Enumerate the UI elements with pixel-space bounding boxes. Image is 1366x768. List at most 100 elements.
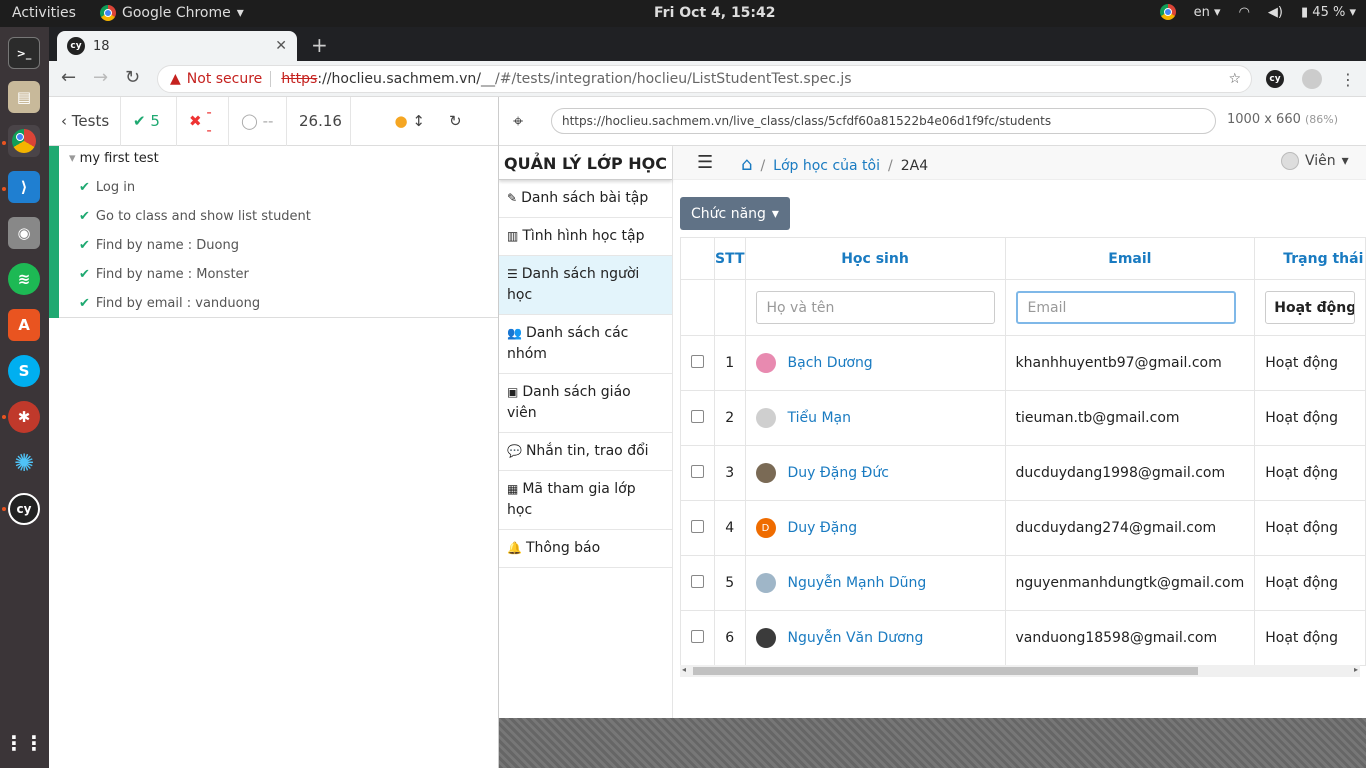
test-item[interactable]: ✔ Go to class and show list student <box>79 209 311 224</box>
students-table: STT Học sinh Email Trạng thái Họ và tên <box>680 237 1366 666</box>
test-item[interactable]: ✔ Find by email : vanduong <box>79 296 260 311</box>
row-checkbox[interactable] <box>691 629 704 643</box>
suite-title[interactable]: ▾ my first test <box>69 151 159 166</box>
browser-tab[interactable]: cy 18 ✕ <box>57 31 297 61</box>
students-table-container[interactable]: STT Học sinh Email Trạng thái Họ và tên <box>680 237 1366 667</box>
files-icon[interactable]: ▤ <box>8 81 40 113</box>
chrome-icon[interactable] <box>8 125 40 157</box>
function-dropdown-button[interactable]: Chức năng ▾ <box>680 197 790 230</box>
passed-count: ✔ 5 <box>121 96 177 146</box>
reload-button[interactable]: ↻ <box>125 67 140 88</box>
breadcrumb-my-classes[interactable]: Lớp học của tôi <box>773 158 880 174</box>
scroll-right-arrow-icon[interactable]: ▸ <box>1354 665 1358 674</box>
row-checkbox[interactable] <box>691 464 704 478</box>
scroll-left-arrow-icon[interactable]: ◂ <box>682 665 686 674</box>
running-indicator <box>2 415 6 419</box>
menu-kebab-icon[interactable]: ⋮ <box>1340 70 1356 89</box>
terminal-icon[interactable]: >_ <box>8 37 40 69</box>
row-checkbox[interactable] <box>691 519 704 533</box>
not-secure-label[interactable]: Not secure <box>187 71 272 87</box>
auto-scroll-toggle[interactable]: ● ↕ <box>351 97 437 146</box>
activities-button[interactable]: Activities <box>12 5 76 21</box>
sidebar-item-label: Danh sách các nhóm <box>507 325 629 362</box>
column-header-email[interactable]: Email <box>1004 237 1256 280</box>
bookmark-star-icon[interactable]: ☆ <box>1228 71 1241 87</box>
language-indicator[interactable]: en ▾ <box>1194 5 1221 20</box>
address-bar[interactable]: ▲ Not secure https://hoclieu.sachmem.vn/… <box>157 65 1252 93</box>
clock[interactable]: Fri Oct 4, 15:42 <box>654 5 776 21</box>
row-checkbox[interactable] <box>691 574 704 588</box>
new-tab-button[interactable]: + <box>311 33 328 57</box>
sidebar-item-progress[interactable]: ▥ Tình hình học tập <box>499 218 672 256</box>
cypress-extension-icon[interactable]: cy <box>1266 70 1284 88</box>
student-link[interactable]: Duy Đặng Đức <box>755 463 995 483</box>
system-tray[interactable]: en ▾ ◠ ◀) ▮ 45 % ▾ <box>1159 4 1356 20</box>
sidebar-item-groups[interactable]: 👥 Danh sách các nhóm <box>499 315 672 374</box>
test-item[interactable]: ✔ Log in <box>79 180 135 195</box>
column-header-stt[interactable]: STT <box>714 237 746 280</box>
status-cell: Hoạt động <box>1254 445 1366 501</box>
profile-avatar-icon[interactable] <box>1302 69 1322 89</box>
status-filter-select[interactable]: Hoạt động <box>1265 291 1356 324</box>
app-under-test-panel: ⌖ https://hoclieu.sachmem.vn/live_class/… <box>499 97 1366 768</box>
student-link[interactable]: Nguyễn Mạnh Dũng <box>755 573 995 593</box>
email-filter-input[interactable]: Email <box>1015 291 1236 324</box>
column-header-status[interactable]: Trạng thái <box>1254 237 1366 280</box>
sidebar-item-assignments[interactable]: ✎ Danh sách bài tập <box>499 180 672 218</box>
email-cell: vanduong18598@gmail.com <box>1004 610 1256 666</box>
test-item[interactable]: ✔ Find by name : Monster <box>79 267 249 282</box>
name-filter-input[interactable]: Họ và tên <box>755 291 995 324</box>
student-link[interactable]: Bạch Dương <box>755 353 995 373</box>
vscode-icon[interactable]: ⟩ <box>8 171 40 203</box>
cross-icon: ✖ <box>189 112 207 130</box>
chrome-tray-icon[interactable] <box>1159 4 1176 20</box>
check-icon: ✔ <box>79 267 90 282</box>
sidebar-item-teachers[interactable]: ▣ Danh sách giáo viên <box>499 374 672 433</box>
student-link[interactable]: Nguyễn Văn Dương <box>755 628 995 648</box>
software-icon[interactable]: A <box>8 309 40 341</box>
hamburger-menu-icon[interactable]: ☰ <box>697 152 713 173</box>
volume-icon[interactable]: ◀) <box>1268 5 1283 20</box>
sidebar-item-notifications[interactable]: 🔔 Thông báo <box>499 530 672 568</box>
sidebar-item-label: Danh sách bài tập <box>521 190 649 206</box>
aut-url[interactable]: https://hoclieu.sachmem.vn/live_class/cl… <box>551 108 1216 134</box>
battery-indicator[interactable]: ▮ 45 % ▾ <box>1301 5 1356 20</box>
student-link[interactable]: D Duy Đặng <box>755 518 995 538</box>
horizontal-scrollbar[interactable]: ◂ ▸ <box>680 665 1360 677</box>
row-select-cell <box>680 335 715 391</box>
sidebar-item-learners[interactable]: ☰ Danh sách người học <box>499 256 672 315</box>
table-row: 5 Nguyễn Mạnh Dũng nguyenmanhdungtk@gmai… <box>680 555 1366 611</box>
settings-icon[interactable]: ✱ <box>8 401 40 433</box>
apps-grid-icon[interactable]: ⋮⋮ <box>4 727 44 759</box>
skype-icon[interactable]: S <box>8 355 40 387</box>
tests-button[interactable]: ‹ Tests <box>49 96 121 146</box>
test-label: Go to class and show list student <box>95 209 311 224</box>
column-header-student[interactable]: Học sinh <box>744 237 1006 280</box>
pending-circle-icon: ◯ <box>241 112 263 130</box>
restart-button[interactable]: ↻ <box>437 97 487 146</box>
camera-icon[interactable]: ◉ <box>8 217 40 249</box>
forward-button[interactable]: → <box>93 67 108 88</box>
teacher-icon: ▣ <box>507 385 519 399</box>
close-tab-icon[interactable]: ✕ <box>275 38 287 54</box>
scrollbar-thumb[interactable] <box>693 667 1198 675</box>
test-item[interactable]: ✔ Find by name : Duong <box>79 238 239 253</box>
home-icon[interactable]: ⌂ <box>741 154 752 175</box>
student-cell: Nguyễn Mạnh Dũng <box>744 555 1006 611</box>
warning-icon[interactable]: ▲ <box>170 71 181 87</box>
back-button[interactable]: ← <box>61 67 76 88</box>
sidebar-item-join-code[interactable]: ▦ Mã tham gia lớp học <box>499 471 672 530</box>
cypress-icon[interactable]: cy <box>8 493 40 525</box>
row-checkbox[interactable] <box>691 354 704 368</box>
app-menu[interactable]: Google Chrome ▾ <box>100 5 244 21</box>
chrome-icon <box>100 5 116 21</box>
sidebar-item-messages[interactable]: 💬 Nhắn tin, trao đổi <box>499 433 672 471</box>
spotify-icon[interactable]: ≋ <box>8 263 40 295</box>
student-link[interactable]: Tiểu Mạn <box>755 408 995 428</box>
viewport-size: 1000 x 660 (86%) <box>1227 112 1338 127</box>
network-icon[interactable]: ✺ <box>8 447 40 479</box>
row-checkbox[interactable] <box>691 409 704 423</box>
selector-playground-icon[interactable]: ⌖ <box>513 111 523 132</box>
wifi-icon[interactable]: ◠ <box>1239 5 1250 20</box>
user-menu[interactable]: Viên ▾ <box>1281 152 1349 170</box>
